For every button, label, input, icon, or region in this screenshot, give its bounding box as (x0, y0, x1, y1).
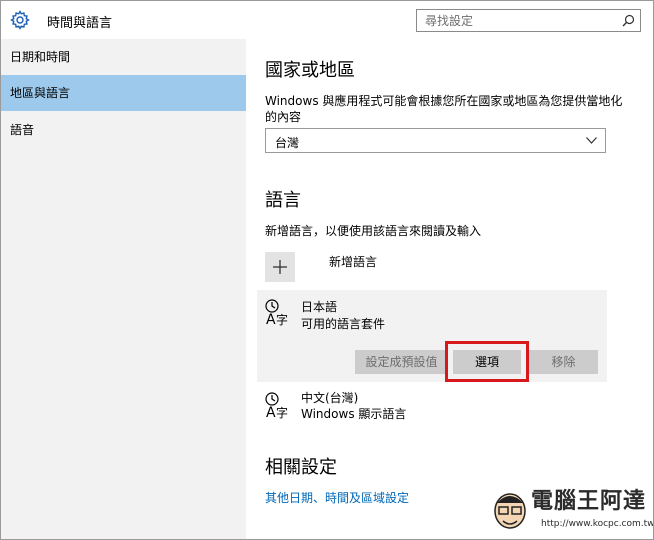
sidebar-item-date-time[interactable]: 日期和時間 (1, 39, 246, 75)
language-name[interactable]: 中文(台灣) (301, 389, 358, 406)
sidebar-item-speech[interactable]: 語音 (1, 112, 246, 148)
options-highlight-box (445, 341, 529, 382)
app-title: 時間與語言 (47, 16, 113, 31)
region-heading: 國家或地區 (265, 60, 355, 81)
main-content: 國家或地區 Windows 與應用程式可能會根據您所在國家或地區為您提供當地化 … (246, 39, 653, 539)
additional-date-time-region-link[interactable]: 其他日期、時間及區域設定 (265, 489, 409, 506)
header: 時間與語言 (1, 1, 653, 39)
search-box[interactable] (416, 9, 641, 32)
svg-text:A: A (266, 312, 276, 326)
watermark-name: 電腦王阿達 (531, 489, 647, 514)
chevron-down-icon (586, 137, 597, 144)
gear-icon[interactable] (10, 10, 30, 30)
language-description: 新增語言，以便使用該語言來閱讀及輸入 (265, 224, 482, 238)
add-language-button[interactable] (265, 252, 295, 282)
language-heading: 語言 (265, 190, 301, 211)
region-description-line1: Windows 與應用程式可能會根據您所在國家或地區為您提供當地化 (265, 94, 623, 108)
search-input[interactable] (417, 10, 617, 31)
language-pack-icon: A 字 (265, 299, 288, 326)
region-description-line2: 的內容 (265, 110, 302, 124)
mascot-icon (494, 493, 526, 529)
svg-text:A: A (266, 405, 276, 419)
region-dropdown[interactable]: 台灣 (265, 128, 606, 153)
watermark-url: http://www.kocpc.com.tw (541, 519, 654, 529)
svg-text:字: 字 (276, 405, 288, 419)
language-name: 日本語 (301, 300, 338, 314)
related-settings-heading: 相關設定 (265, 457, 337, 478)
remove-button[interactable]: 移除 (529, 350, 598, 374)
language-pack-icon: A 字 (265, 392, 288, 419)
search-icon[interactable] (622, 14, 635, 27)
sidebar: 日期和時間 地區與語言 語音 (1, 39, 246, 539)
plus-icon (273, 260, 287, 274)
svg-text:字: 字 (276, 312, 288, 326)
region-dropdown-value: 台灣 (275, 136, 300, 150)
language-status: 可用的語言套件 (301, 317, 386, 331)
language-status: Windows 顯示語言 (301, 407, 407, 421)
add-language-label[interactable]: 新增語言 (329, 253, 377, 270)
set-default-button[interactable]: 設定成預設值 (355, 350, 448, 374)
settings-window: 時間與語言 日期和時間 地區與語言 語音 國家或地區 Windows 與應用程式… (0, 0, 654, 540)
watermark-logo: 電腦王阿達 http://www.kocpc.com.tw (491, 483, 654, 539)
sidebar-item-region-language[interactable]: 地區與語言 (1, 75, 246, 111)
